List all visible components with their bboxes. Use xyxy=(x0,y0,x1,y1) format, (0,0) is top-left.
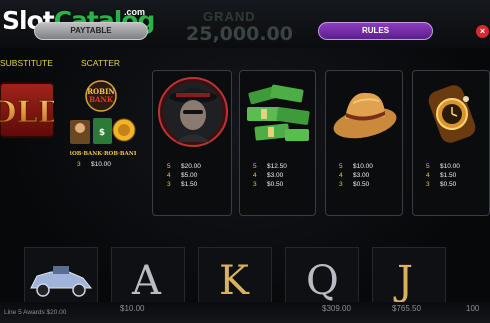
line-award-text: Line 5 Awards $20.00 xyxy=(4,309,67,316)
svg-text:$: $ xyxy=(99,128,105,138)
reel-letter-a: A xyxy=(132,258,161,304)
reel-letter-k: K xyxy=(219,258,249,304)
svg-text:ROB·BANK·ROB·BANK: ROB·BANK·ROB·BANK xyxy=(70,151,136,157)
scatter-header: SCATTER xyxy=(81,58,121,68)
pay-row: 3 $0.50 xyxy=(253,181,284,188)
symbol-card-hat: 5 $10.00 4 $3.00 3 $0.50 xyxy=(325,70,403,216)
car-icon xyxy=(30,266,93,297)
reel-car-symbol xyxy=(24,247,98,307)
grand-jackpot-value: 25,000.00 xyxy=(186,23,293,45)
scatter-pay-row: 3 $10.00 xyxy=(77,161,111,168)
total-win-value: $10.00 xyxy=(120,304,145,313)
reel-letter-q: Q xyxy=(306,258,339,304)
pay-row: 5 $20.00 xyxy=(167,163,201,170)
pay-row: 5 $10.00 xyxy=(339,163,373,170)
fedora-hat-symbol xyxy=(333,92,397,139)
reel-letter-cell: Q xyxy=(285,247,359,307)
logo-com: .com xyxy=(124,7,146,17)
pay-row: 3 $0.50 xyxy=(339,181,370,188)
symbol-card-gangster: 5 $20.00 4 $5.00 3 $1.50 xyxy=(152,70,232,216)
pay-row: 5 $10.00 xyxy=(426,163,460,170)
gold-watch-symbol xyxy=(428,85,476,143)
lines-value: 100 xyxy=(466,304,480,313)
reel-letter-j: J xyxy=(397,258,414,304)
pay-row: 4 $5.00 xyxy=(167,172,198,179)
substitute-header: SUBSTITUTE xyxy=(0,58,53,68)
symbol-card-watch: 5 $10.00 4 $1.50 3 $0.50 xyxy=(412,70,490,216)
pay-row: 4 $3.00 xyxy=(339,172,370,179)
reel-letter-cell: A xyxy=(111,247,185,307)
pay-row: 3 $0.50 xyxy=(426,181,457,188)
grand-jackpot-label: GRAND xyxy=(203,9,256,24)
balance-value: $765.50 xyxy=(392,304,421,313)
close-button[interactable]: × xyxy=(476,25,489,38)
wild-symbol: DLD xyxy=(0,82,64,138)
scatter-symbol: ROBIN BANK $ ROB·BANK·ROB·BANK xyxy=(67,80,139,160)
bottom-status-bar: Line 5 Awards $20.00 $10.00 $309.00 $765… xyxy=(0,302,490,323)
pay-row: 4 $1.50 xyxy=(426,172,457,179)
pay-row: 5 $12.50 xyxy=(253,163,287,170)
tab-rules[interactable]: RULES xyxy=(318,22,433,40)
reel-letter-cell: K xyxy=(198,247,272,307)
symbol-card-money: 5 $12.50 4 $3.00 3 $0.50 xyxy=(239,70,316,216)
tab-paytable[interactable]: PAYTABLE xyxy=(34,22,148,40)
gangster-symbol xyxy=(158,77,228,147)
reel-letter-cell: J xyxy=(372,247,446,307)
svg-text:BANK: BANK xyxy=(89,95,114,104)
money-stack-symbol xyxy=(247,84,310,141)
pay-row: 4 $3.00 xyxy=(253,172,284,179)
svg-text:DLD: DLD xyxy=(0,95,54,130)
pay-row: 3 $1.50 xyxy=(167,181,198,188)
bet-value: $309.00 xyxy=(322,304,351,313)
